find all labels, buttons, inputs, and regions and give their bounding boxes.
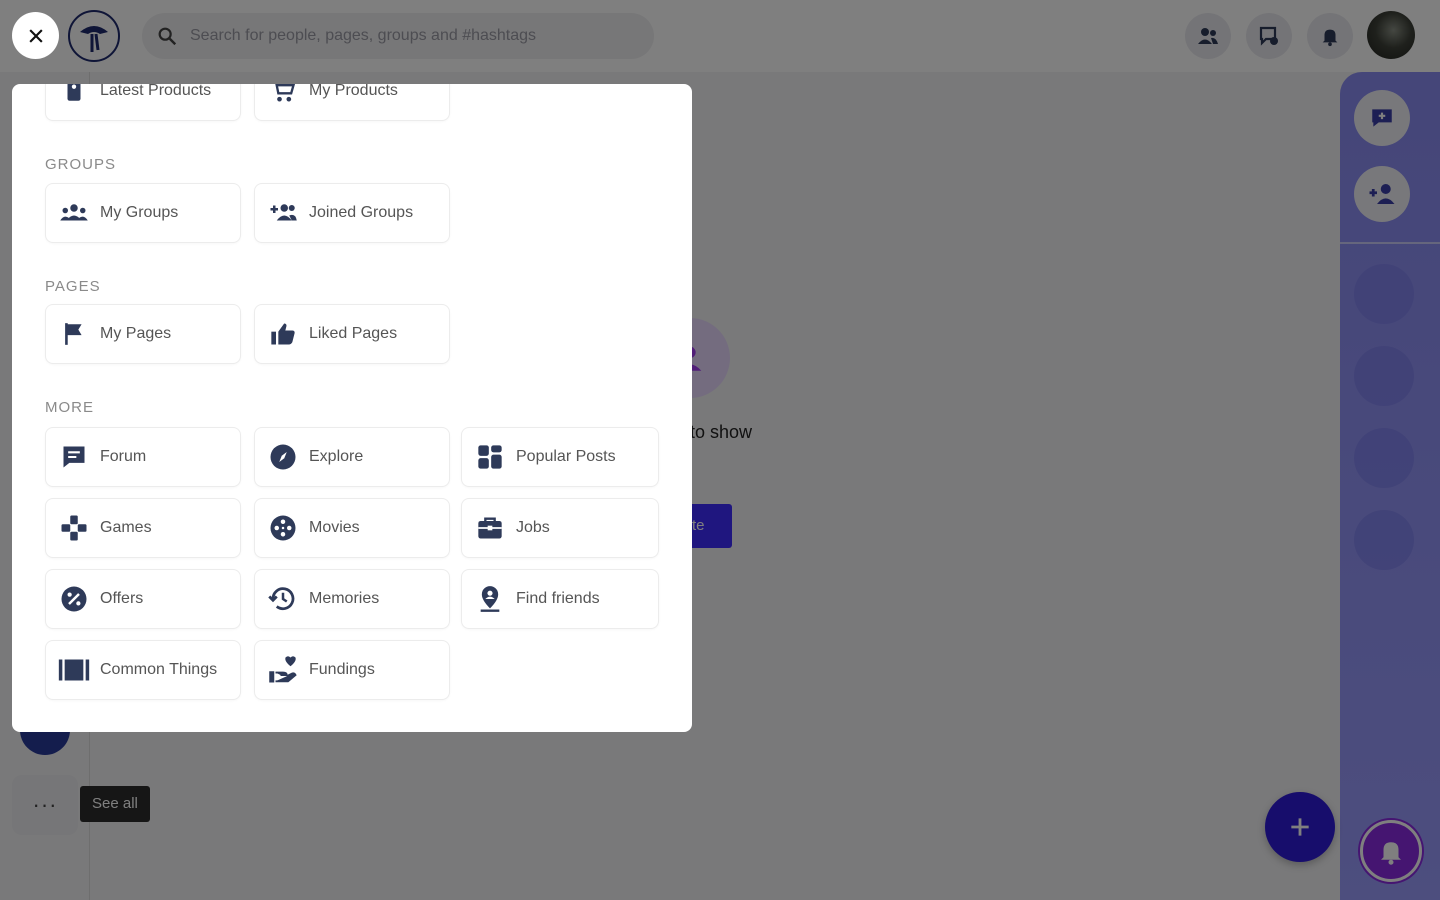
- location-person-icon: [472, 581, 508, 617]
- menu-item-my-pages[interactable]: My Pages: [45, 304, 241, 364]
- menu-item-label: Forum: [100, 448, 147, 465]
- forum-icon: [56, 439, 92, 475]
- explore-menu: Latest Products My Products GROUPS My Gr…: [12, 84, 692, 732]
- menu-item-my-groups[interactable]: My Groups: [45, 183, 241, 243]
- hand-heart-icon: [265, 652, 301, 688]
- close-icon: [28, 28, 43, 43]
- thumbs-up-icon: [265, 316, 301, 352]
- menu-item-fundings[interactable]: Fundings: [254, 640, 450, 700]
- close-menu-button[interactable]: [12, 12, 59, 59]
- menu-item-label: Fundings: [309, 661, 375, 678]
- menu-item-my-products[interactable]: My Products: [254, 84, 450, 121]
- menu-item-common-things[interactable]: Common Things: [45, 640, 241, 700]
- flag-icon: [56, 316, 92, 352]
- section-title-pages: PAGES: [45, 278, 101, 295]
- menu-item-popular-posts[interactable]: Popular Posts: [461, 427, 659, 487]
- group-add-icon: [265, 195, 301, 231]
- menu-item-label: Explore: [309, 448, 364, 465]
- menu-item-latest-products[interactable]: Latest Products: [45, 84, 241, 121]
- section-title-more: MORE: [45, 399, 94, 416]
- menu-item-label: Memories: [309, 590, 380, 607]
- menu-item-joined-groups[interactable]: Joined Groups: [254, 183, 450, 243]
- section-title-groups: GROUPS: [45, 156, 117, 173]
- menu-item-offers[interactable]: Offers: [45, 569, 241, 629]
- menu-item-label: Joined Groups: [309, 204, 414, 221]
- library-icon: [56, 652, 92, 688]
- menu-item-label: Common Things: [100, 661, 218, 678]
- menu-item-label: Find friends: [516, 590, 600, 607]
- tag-icon: [56, 84, 92, 109]
- menu-item-label: Liked Pages: [309, 325, 398, 342]
- menu-item-label: Games: [100, 519, 152, 536]
- menu-item-memories[interactable]: Memories: [254, 569, 450, 629]
- menu-item-label: Latest Products: [100, 84, 212, 99]
- menu-item-jobs[interactable]: Jobs: [461, 498, 659, 558]
- menu-item-movies[interactable]: Movies: [254, 498, 450, 558]
- menu-item-label: Jobs: [516, 519, 550, 536]
- compass-icon: [265, 439, 301, 475]
- menu-item-label: Movies: [309, 519, 360, 536]
- menu-item-label: My Pages: [100, 325, 172, 342]
- percent-icon: [56, 581, 92, 617]
- menu-item-label: Popular Posts: [516, 448, 616, 465]
- menu-item-label: My Groups: [100, 204, 179, 221]
- briefcase-icon: [472, 510, 508, 546]
- film-reel-icon: [265, 510, 301, 546]
- menu-item-find-friends[interactable]: Find friends: [461, 569, 659, 629]
- history-icon: [265, 581, 301, 617]
- menu-item-liked-pages[interactable]: Liked Pages: [254, 304, 450, 364]
- menu-item-games[interactable]: Games: [45, 498, 241, 558]
- menu-item-label: My Products: [309, 84, 398, 99]
- menu-item-label: Offers: [100, 590, 144, 607]
- grid-icon: [472, 439, 508, 475]
- menu-item-explore[interactable]: Explore: [254, 427, 450, 487]
- menu-item-forum[interactable]: Forum: [45, 427, 241, 487]
- group-icon: [56, 195, 92, 231]
- cart-icon: [265, 84, 301, 109]
- gamepad-icon: [56, 510, 92, 546]
